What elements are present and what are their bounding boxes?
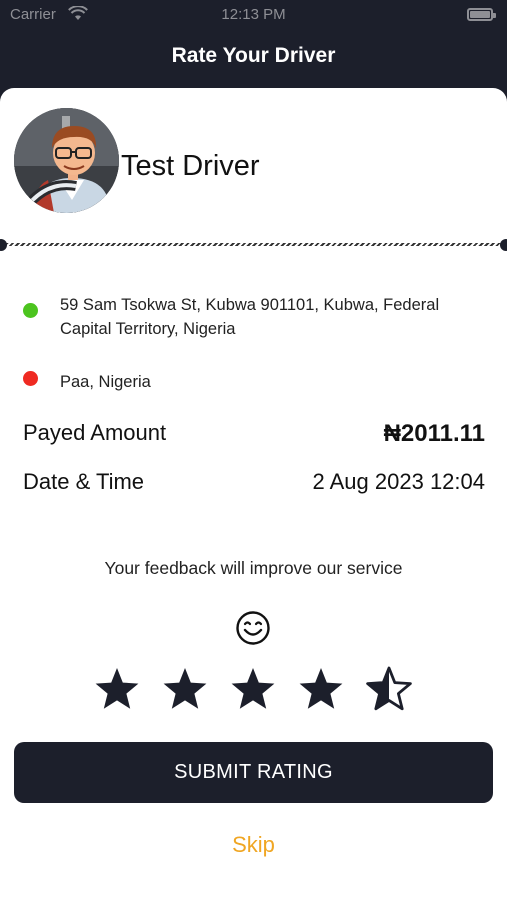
date-time-value: 2 Aug 2023 12:04 xyxy=(312,469,486,494)
star-rating[interactable] xyxy=(93,666,417,712)
driver-name: Test Driver xyxy=(121,150,260,182)
star-4-icon[interactable] xyxy=(297,666,345,712)
page-title: Rate Your Driver xyxy=(171,44,336,67)
status-bar: Carrier 12:13 PM xyxy=(0,0,507,30)
star-1-icon[interactable] xyxy=(93,666,141,712)
smiley-face-icon xyxy=(235,610,271,646)
driver-avatar xyxy=(14,108,119,213)
date-time-row: Date & Time 2 Aug 2023 12:04 xyxy=(23,469,485,499)
battery-icon xyxy=(467,8,496,21)
pickup-marker-icon xyxy=(23,303,38,318)
star-half-icon[interactable] xyxy=(365,666,413,712)
star-2-icon[interactable] xyxy=(161,666,209,712)
payed-amount-label: Payed Amount xyxy=(23,420,167,445)
ticket-divider xyxy=(0,239,507,251)
dropoff-address: Paa, Nigeria xyxy=(60,373,151,391)
status-time: 12:13 PM xyxy=(221,6,286,23)
date-time-label: Date & Time xyxy=(23,469,145,494)
dropoff-marker-icon xyxy=(23,371,38,386)
payed-amount-value: ₦2011.11 xyxy=(383,420,485,447)
feedback-prompt: Your feedback will improve our service xyxy=(104,558,403,578)
skip-link[interactable]: Skip xyxy=(0,832,507,858)
rating-card: Test Driver 59 Sam Tsokwa St, Kubwa 9011… xyxy=(0,88,507,900)
star-3-icon[interactable] xyxy=(229,666,277,712)
pickup-address: 59 Sam Tsokwa St, Kubwa 901101, Kubwa, F… xyxy=(60,296,440,338)
submit-rating-button[interactable]: SUBMIT RATING xyxy=(14,742,493,803)
payed-amount-row: Payed Amount ₦2011.11 xyxy=(23,420,485,450)
